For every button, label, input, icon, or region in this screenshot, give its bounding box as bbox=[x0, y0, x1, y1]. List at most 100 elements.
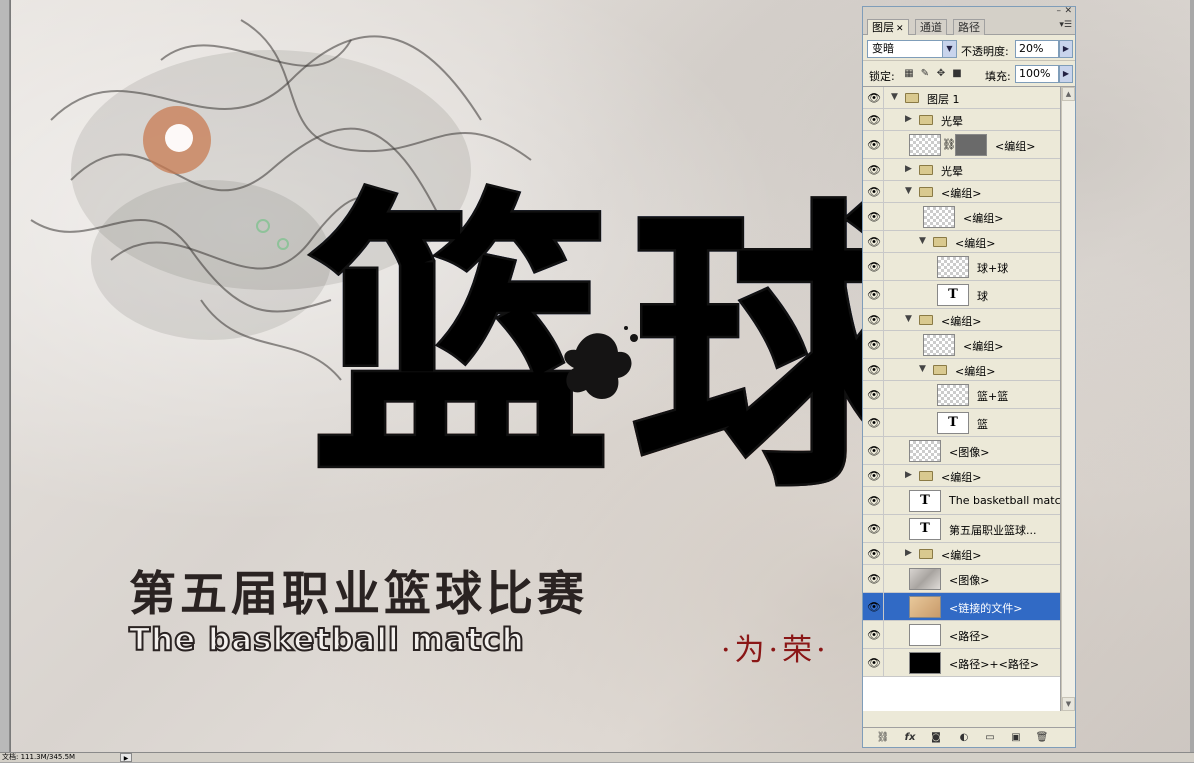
layer-row[interactable]: 👁 ▶ <编组> bbox=[863, 543, 1060, 565]
visibility-eye-icon[interactable]: 👁 bbox=[864, 515, 884, 542]
close-icon[interactable]: ✕ bbox=[1064, 7, 1072, 16]
visibility-eye-icon[interactable]: 👁 bbox=[864, 253, 884, 280]
layer-thumbnail bbox=[937, 256, 969, 278]
lock-all-icon[interactable]: ■ bbox=[951, 68, 963, 80]
new-layer-icon[interactable]: ▣ bbox=[1009, 731, 1023, 745]
layer-row[interactable]: 👁 T 球 bbox=[863, 281, 1060, 309]
collapse-arrow-icon[interactable]: ▼ bbox=[905, 186, 912, 196]
layer-row[interactable]: 👁 <图像> bbox=[863, 565, 1060, 593]
panel-titlebar[interactable]: – ✕ bbox=[863, 7, 1075, 17]
adjustment-icon[interactable]: ◐ bbox=[957, 731, 971, 745]
layer-row[interactable]: 👁 ▼ <编组> bbox=[863, 181, 1060, 203]
layer-thumbnail bbox=[909, 134, 941, 156]
slogan-text: ·为·荣· bbox=[721, 633, 830, 668]
lock-paint-icon[interactable]: ✎ bbox=[919, 68, 931, 80]
layer-row[interactable]: 👁 <编组> bbox=[863, 331, 1060, 359]
visibility-eye-icon[interactable]: 👁 bbox=[864, 181, 884, 202]
text-layer-icon: T bbox=[909, 518, 941, 540]
expand-arrow-icon[interactable]: ▶ bbox=[905, 548, 912, 558]
layer-row[interactable]: 👁 篮+篮 bbox=[863, 381, 1060, 409]
layer-row[interactable]: 👁 <路径>+<路径> bbox=[863, 649, 1060, 677]
visibility-eye-icon[interactable]: 👁 bbox=[864, 621, 884, 648]
fx-icon[interactable]: fx bbox=[901, 731, 919, 745]
tab-layers[interactable]: 图层 ✕ bbox=[867, 19, 909, 35]
visibility-eye-icon[interactable]: 👁 bbox=[864, 465, 884, 486]
opacity-input[interactable]: 20% bbox=[1015, 40, 1059, 58]
visibility-eye-icon[interactable]: 👁 bbox=[864, 309, 884, 330]
layer-row[interactable]: 👁 ▼ <编组> bbox=[863, 231, 1060, 253]
status-bar: 文档: 111.3M/345.5M ▶ bbox=[0, 752, 1194, 762]
visibility-eye-icon[interactable]: 👁 bbox=[864, 593, 884, 620]
visibility-eye-icon[interactable]: 👁 bbox=[864, 331, 884, 358]
layer-name: <编组> bbox=[941, 315, 982, 328]
visibility-eye-icon[interactable]: 👁 bbox=[864, 281, 884, 308]
visibility-eye-icon[interactable]: 👁 bbox=[864, 87, 884, 108]
layer-row[interactable]: 👁 ▼ 图层 1 bbox=[863, 87, 1060, 109]
visibility-eye-icon[interactable]: 👁 bbox=[864, 649, 884, 676]
layer-row[interactable]: 👁 球+球 bbox=[863, 253, 1060, 281]
status-menu-icon[interactable]: ▶ bbox=[120, 753, 132, 762]
folder-icon bbox=[905, 93, 919, 103]
visibility-eye-icon[interactable]: 👁 bbox=[864, 203, 884, 230]
mask-icon[interactable]: ◙ bbox=[929, 731, 943, 745]
chevron-down-icon[interactable]: ▼ bbox=[942, 41, 956, 57]
visibility-eye-icon[interactable]: 👁 bbox=[864, 231, 884, 252]
layer-row[interactable]: 👁 ▶ 光晕 bbox=[863, 109, 1060, 131]
layer-name: 球 bbox=[977, 290, 988, 303]
visibility-eye-icon[interactable]: 👁 bbox=[864, 131, 884, 158]
layer-name: 第五届职业篮球... bbox=[949, 524, 1037, 537]
visibility-eye-icon[interactable]: 👁 bbox=[864, 565, 884, 592]
layer-row[interactable]: 👁 ▼ <编组> bbox=[863, 359, 1060, 381]
link-icon[interactable]: ⛓ bbox=[875, 731, 891, 745]
folder-icon bbox=[919, 165, 933, 175]
layer-row[interactable]: 👁 ⛓ <编组> bbox=[863, 131, 1060, 159]
close-tab-icon[interactable]: ✕ bbox=[896, 24, 904, 34]
new-group-icon[interactable]: ▭ bbox=[983, 731, 997, 745]
visibility-eye-icon[interactable]: 👁 bbox=[864, 381, 884, 408]
layer-mask-thumbnail[interactable] bbox=[955, 134, 987, 156]
collapse-arrow-icon[interactable]: ▼ bbox=[919, 236, 926, 246]
minimize-icon[interactable]: – bbox=[1057, 7, 1062, 16]
collapse-arrow-icon[interactable]: ▼ bbox=[905, 314, 912, 324]
visibility-eye-icon[interactable]: 👁 bbox=[864, 109, 884, 130]
visibility-eye-icon[interactable]: 👁 bbox=[864, 159, 884, 180]
layer-row[interactable]: 👁 ▶ 光晕 bbox=[863, 159, 1060, 181]
visibility-eye-icon[interactable]: 👁 bbox=[864, 409, 884, 436]
lock-move-icon[interactable]: ✥ bbox=[935, 68, 947, 80]
expand-arrow-icon[interactable]: ▶ bbox=[905, 470, 912, 480]
visibility-eye-icon[interactable]: 👁 bbox=[864, 487, 884, 514]
layer-row[interactable]: 👁 ▼ <编组> bbox=[863, 309, 1060, 331]
blend-mode-select[interactable]: 变暗 ▼ bbox=[867, 40, 957, 58]
expand-arrow-icon[interactable]: ▶ bbox=[905, 164, 912, 174]
visibility-eye-icon[interactable]: 👁 bbox=[864, 359, 884, 380]
layer-row[interactable]: 👁 ▶ <编组> bbox=[863, 465, 1060, 487]
tab-channels[interactable]: 通道 bbox=[915, 19, 947, 35]
fill-input[interactable]: 100% bbox=[1015, 65, 1059, 83]
scroll-down-icon[interactable]: ▼ bbox=[1062, 697, 1075, 711]
collapse-arrow-icon[interactable]: ▼ bbox=[891, 92, 898, 102]
layer-row[interactable]: 👁 <图像> bbox=[863, 437, 1060, 465]
trash-icon[interactable]: 🗑 bbox=[1035, 731, 1049, 745]
layer-row[interactable]: 👁 T 第五届职业篮球... bbox=[863, 515, 1060, 543]
text-layer-icon: T bbox=[909, 490, 941, 512]
scroll-up-icon[interactable]: ▲ bbox=[1062, 87, 1075, 101]
layer-row[interactable]: 👁 <编组> bbox=[863, 203, 1060, 231]
folder-icon bbox=[933, 237, 947, 247]
panel-menu-icon[interactable]: ▾☰ bbox=[1059, 20, 1072, 30]
visibility-eye-icon[interactable]: 👁 bbox=[864, 437, 884, 464]
visibility-eye-icon[interactable]: 👁 bbox=[864, 543, 884, 564]
opacity-arrow-icon[interactable]: ▶ bbox=[1059, 40, 1073, 58]
layer-name: 篮+篮 bbox=[977, 390, 1009, 403]
layer-row[interactable]: 👁 T 篮 bbox=[863, 409, 1060, 437]
tab-paths[interactable]: 路径 bbox=[953, 19, 985, 35]
lock-transparent-icon[interactable]: ▦ bbox=[903, 68, 915, 80]
layer-row[interactable]: 👁 T The basketball match bbox=[863, 487, 1060, 515]
layer-row[interactable]: 👁 <链接的文件> bbox=[863, 593, 1060, 621]
collapse-arrow-icon[interactable]: ▼ bbox=[919, 364, 926, 374]
layer-row[interactable]: 👁 <路径> bbox=[863, 621, 1060, 649]
expand-arrow-icon[interactable]: ▶ bbox=[905, 114, 912, 124]
layer-list-scrollbar[interactable]: ▲ ▼ bbox=[1061, 87, 1075, 711]
fill-arrow-icon[interactable]: ▶ bbox=[1059, 65, 1073, 83]
layer-name: 图层 1 bbox=[927, 93, 960, 106]
mask-link-icon[interactable]: ⛓ bbox=[942, 138, 956, 151]
